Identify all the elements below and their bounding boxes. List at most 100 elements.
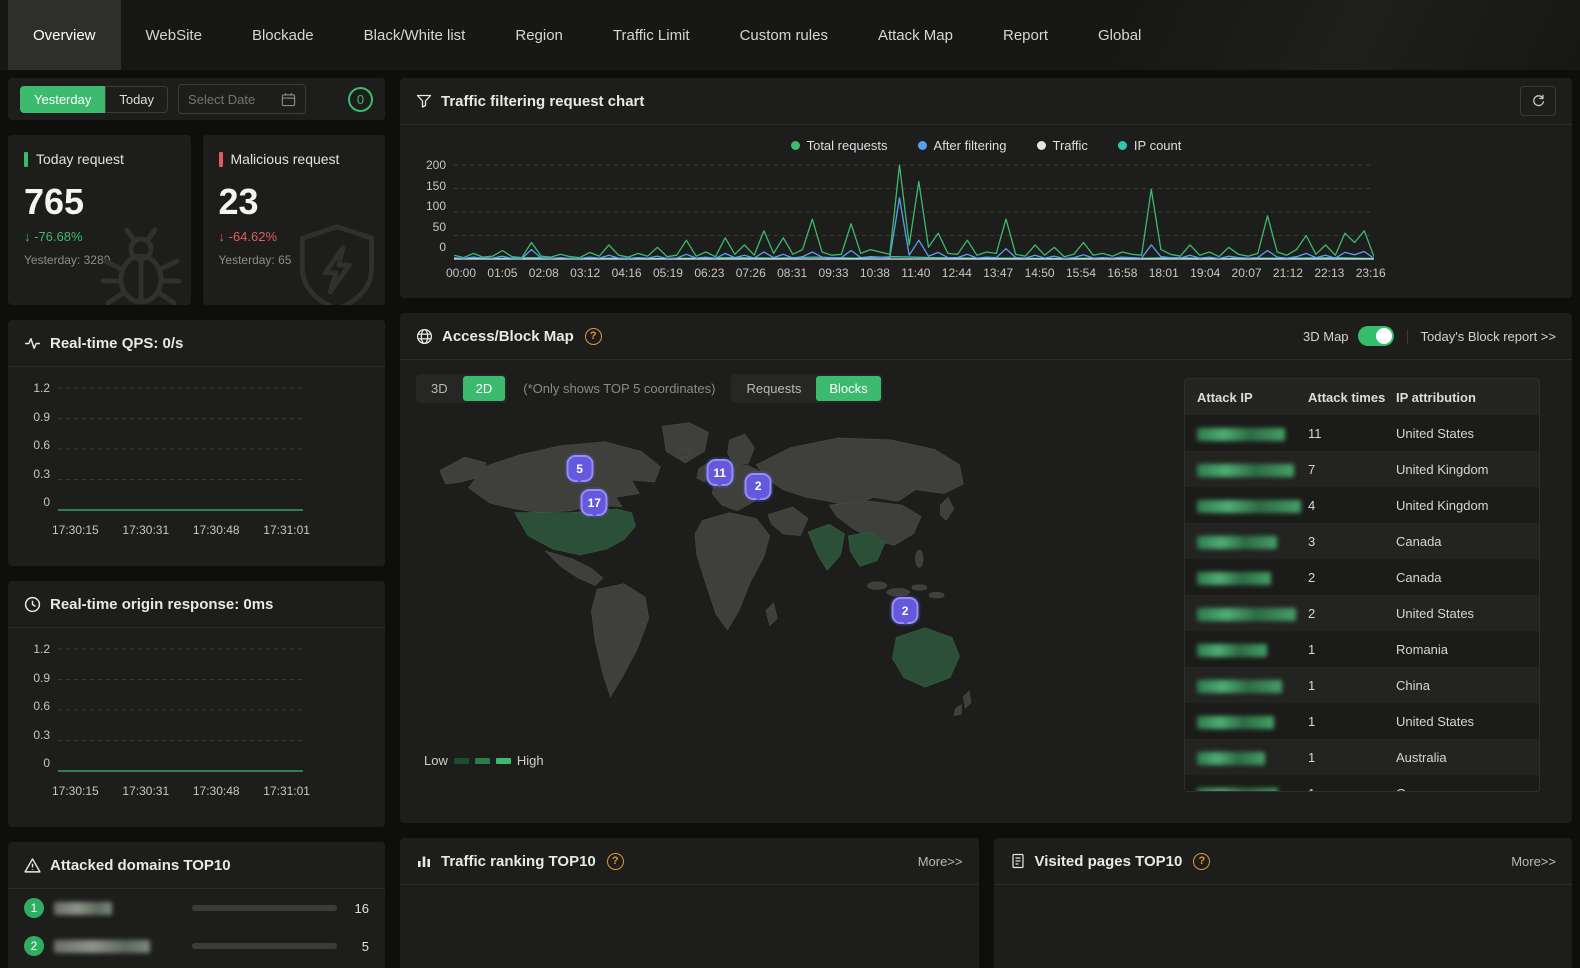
tick-label: 17:30:15 xyxy=(52,784,99,798)
attacked-domain-row: 116 xyxy=(8,889,385,927)
counter-badge[interactable]: 0 xyxy=(348,87,373,112)
tick-label: 15:54 xyxy=(1066,266,1096,280)
map-pin[interactable]: 2 xyxy=(892,597,919,624)
tick-label: 100 xyxy=(426,199,446,213)
map-pin[interactable]: 11 xyxy=(706,459,733,486)
nav-tab-region[interactable]: Region xyxy=(490,0,588,70)
main-column: Traffic filtering request chart Total re… xyxy=(400,78,1572,968)
stat-accent-bar xyxy=(24,152,28,167)
traffic-ranking-more-link[interactable]: More>> xyxy=(918,854,963,869)
tick-label: 0.3 xyxy=(33,467,50,481)
block-report-link[interactable]: Today's Block report >> xyxy=(1421,329,1556,344)
masked-ip xyxy=(1197,644,1267,657)
select-date-placeholder: Select Date xyxy=(188,92,255,107)
map-mode-3d[interactable]: 3D xyxy=(418,376,461,401)
tick-label: 0.6 xyxy=(33,438,50,452)
tick-label: 17:30:15 xyxy=(52,523,99,537)
nav-tab-black-white-list[interactable]: Black/White list xyxy=(339,0,491,70)
visited-pages-more-link[interactable]: More>> xyxy=(1511,854,1556,869)
masked-ip xyxy=(1197,536,1277,549)
tick-label: 13:47 xyxy=(983,266,1013,280)
traffic-ranking-title: Traffic ranking TOP10 xyxy=(441,853,596,870)
tick-label: 02:08 xyxy=(529,266,559,280)
map-type-blocks[interactable]: Blocks xyxy=(816,376,880,401)
realtime-qps-card: Real-time QPS: 0/s 1.20.90.60.3017:30:15… xyxy=(8,320,385,566)
x-axis-labels: 17:30:1517:30:3117:30:4817:31:01 xyxy=(52,784,310,798)
traffic-plot xyxy=(454,164,1374,260)
masked-ip xyxy=(1197,608,1296,621)
masked-domain xyxy=(54,940,150,953)
map-mode-2d[interactable]: 2D xyxy=(463,376,506,401)
map-body: 3D2D (*Only shows TOP 5 coordinates) Req… xyxy=(400,360,1572,822)
attack-table-row: 3Canada xyxy=(1185,523,1539,559)
map-note: (*Only shows TOP 5 coordinates) xyxy=(523,381,715,396)
question-icon[interactable]: ? xyxy=(607,853,624,870)
left-column: Yesterday Today Select Date 0 Today requ… xyxy=(8,78,385,968)
legend-ip-count[interactable]: IP count xyxy=(1118,138,1181,153)
tick-label: 14:50 xyxy=(1025,266,1055,280)
nav-tab-attack-map[interactable]: Attack Map xyxy=(853,0,978,70)
y-axis-labels: 1.20.90.60.30 xyxy=(20,642,50,770)
legend-dot xyxy=(1037,141,1046,150)
attack-ip-cell xyxy=(1185,533,1308,548)
masked-ip xyxy=(1197,716,1274,729)
yesterday-button[interactable]: Yesterday xyxy=(20,86,105,113)
attack-ip-cell xyxy=(1185,605,1308,620)
mini-chart-wrap: 1.20.90.60.30 xyxy=(20,648,369,776)
map-pin[interactable]: 17 xyxy=(581,489,608,516)
malicious-request-card: Malicious request 23 ↓ -64.62% Yesterday… xyxy=(203,135,386,305)
refresh-icon xyxy=(1531,94,1546,109)
legend-traffic[interactable]: Traffic xyxy=(1037,138,1088,153)
tick-label: 04:16 xyxy=(612,266,642,280)
traffic-chart-legend: Total requests After filtering Traffic IP c… xyxy=(400,125,1572,162)
attack-table-row: 1China xyxy=(1185,667,1539,703)
tick-label: 06:23 xyxy=(694,266,724,280)
nav-tab-blockade[interactable]: Blockade xyxy=(227,0,339,70)
map-pin[interactable]: 2 xyxy=(745,473,772,500)
legend-dot xyxy=(791,141,800,150)
density-swatch xyxy=(454,758,469,764)
select-date-input[interactable]: Select Date xyxy=(178,84,306,114)
attack-table-header-row: Attack IPAttack timesIP attribution xyxy=(1185,379,1539,415)
nav-tab-report[interactable]: Report xyxy=(978,0,1073,70)
origin-response-card: Real-time origin response: 0ms 1.20.90.6… xyxy=(8,581,385,827)
attack-table-row: 1United States xyxy=(1185,703,1539,739)
nav-tab-custom-rules[interactable]: Custom rules xyxy=(715,0,853,70)
tick-label: 0 xyxy=(439,240,446,254)
traffic-chart: 200150100500 00:0001:0502:0803:1204:1605… xyxy=(400,162,1572,280)
today-button[interactable]: Today xyxy=(105,86,168,113)
tick-label: 16:58 xyxy=(1107,266,1137,280)
legend-high-label: High xyxy=(517,753,544,768)
question-icon[interactable]: ? xyxy=(1193,853,1210,870)
3d-map-label: 3D Map xyxy=(1303,329,1349,344)
map-pin[interactable]: 5 xyxy=(566,455,593,482)
nav-tab-global[interactable]: Global xyxy=(1073,0,1166,70)
legend-dot xyxy=(1118,141,1127,150)
attack-ip-cell xyxy=(1185,641,1308,656)
3d-map-toggle[interactable] xyxy=(1358,326,1394,346)
masked-ip xyxy=(1197,752,1265,765)
masked-ip xyxy=(1197,500,1301,513)
attacked-domains-card: Attacked domains TOP10 11625 xyxy=(8,842,385,968)
top-nav: OverviewWebSiteBlockadeBlack/White listR… xyxy=(0,0,1580,70)
date-filter-card: Yesterday Today Select Date 0 xyxy=(8,78,385,120)
nav-tab-traffic-limit[interactable]: Traffic Limit xyxy=(588,0,715,70)
legend-after-filtering[interactable]: After filtering xyxy=(918,138,1007,153)
tick-label: 1.2 xyxy=(33,381,50,395)
attack-times-cell: 2 xyxy=(1308,606,1396,621)
question-icon[interactable]: ? xyxy=(585,328,602,345)
tick-label: 17:30:31 xyxy=(122,784,169,798)
stat-value: 23 xyxy=(219,181,370,223)
refresh-button[interactable] xyxy=(1520,86,1556,116)
world-map[interactable]: 5 17 11 2 2 xyxy=(422,413,987,739)
nav-tab-overview[interactable]: Overview xyxy=(8,0,121,70)
legend-total-requests[interactable]: Total requests xyxy=(791,138,888,153)
tick-label: 05:19 xyxy=(653,266,683,280)
globe-icon xyxy=(416,328,433,345)
map-controls: 3D2D (*Only shows TOP 5 coordinates) Req… xyxy=(416,374,1184,403)
nav-tab-website[interactable]: WebSite xyxy=(121,0,227,70)
attack-times-cell: 1 xyxy=(1308,678,1396,693)
attack-times-cell: 1 xyxy=(1308,750,1396,765)
map-type-requests[interactable]: Requests xyxy=(733,376,814,401)
map-type-toggle: RequestsBlocks xyxy=(731,374,882,403)
